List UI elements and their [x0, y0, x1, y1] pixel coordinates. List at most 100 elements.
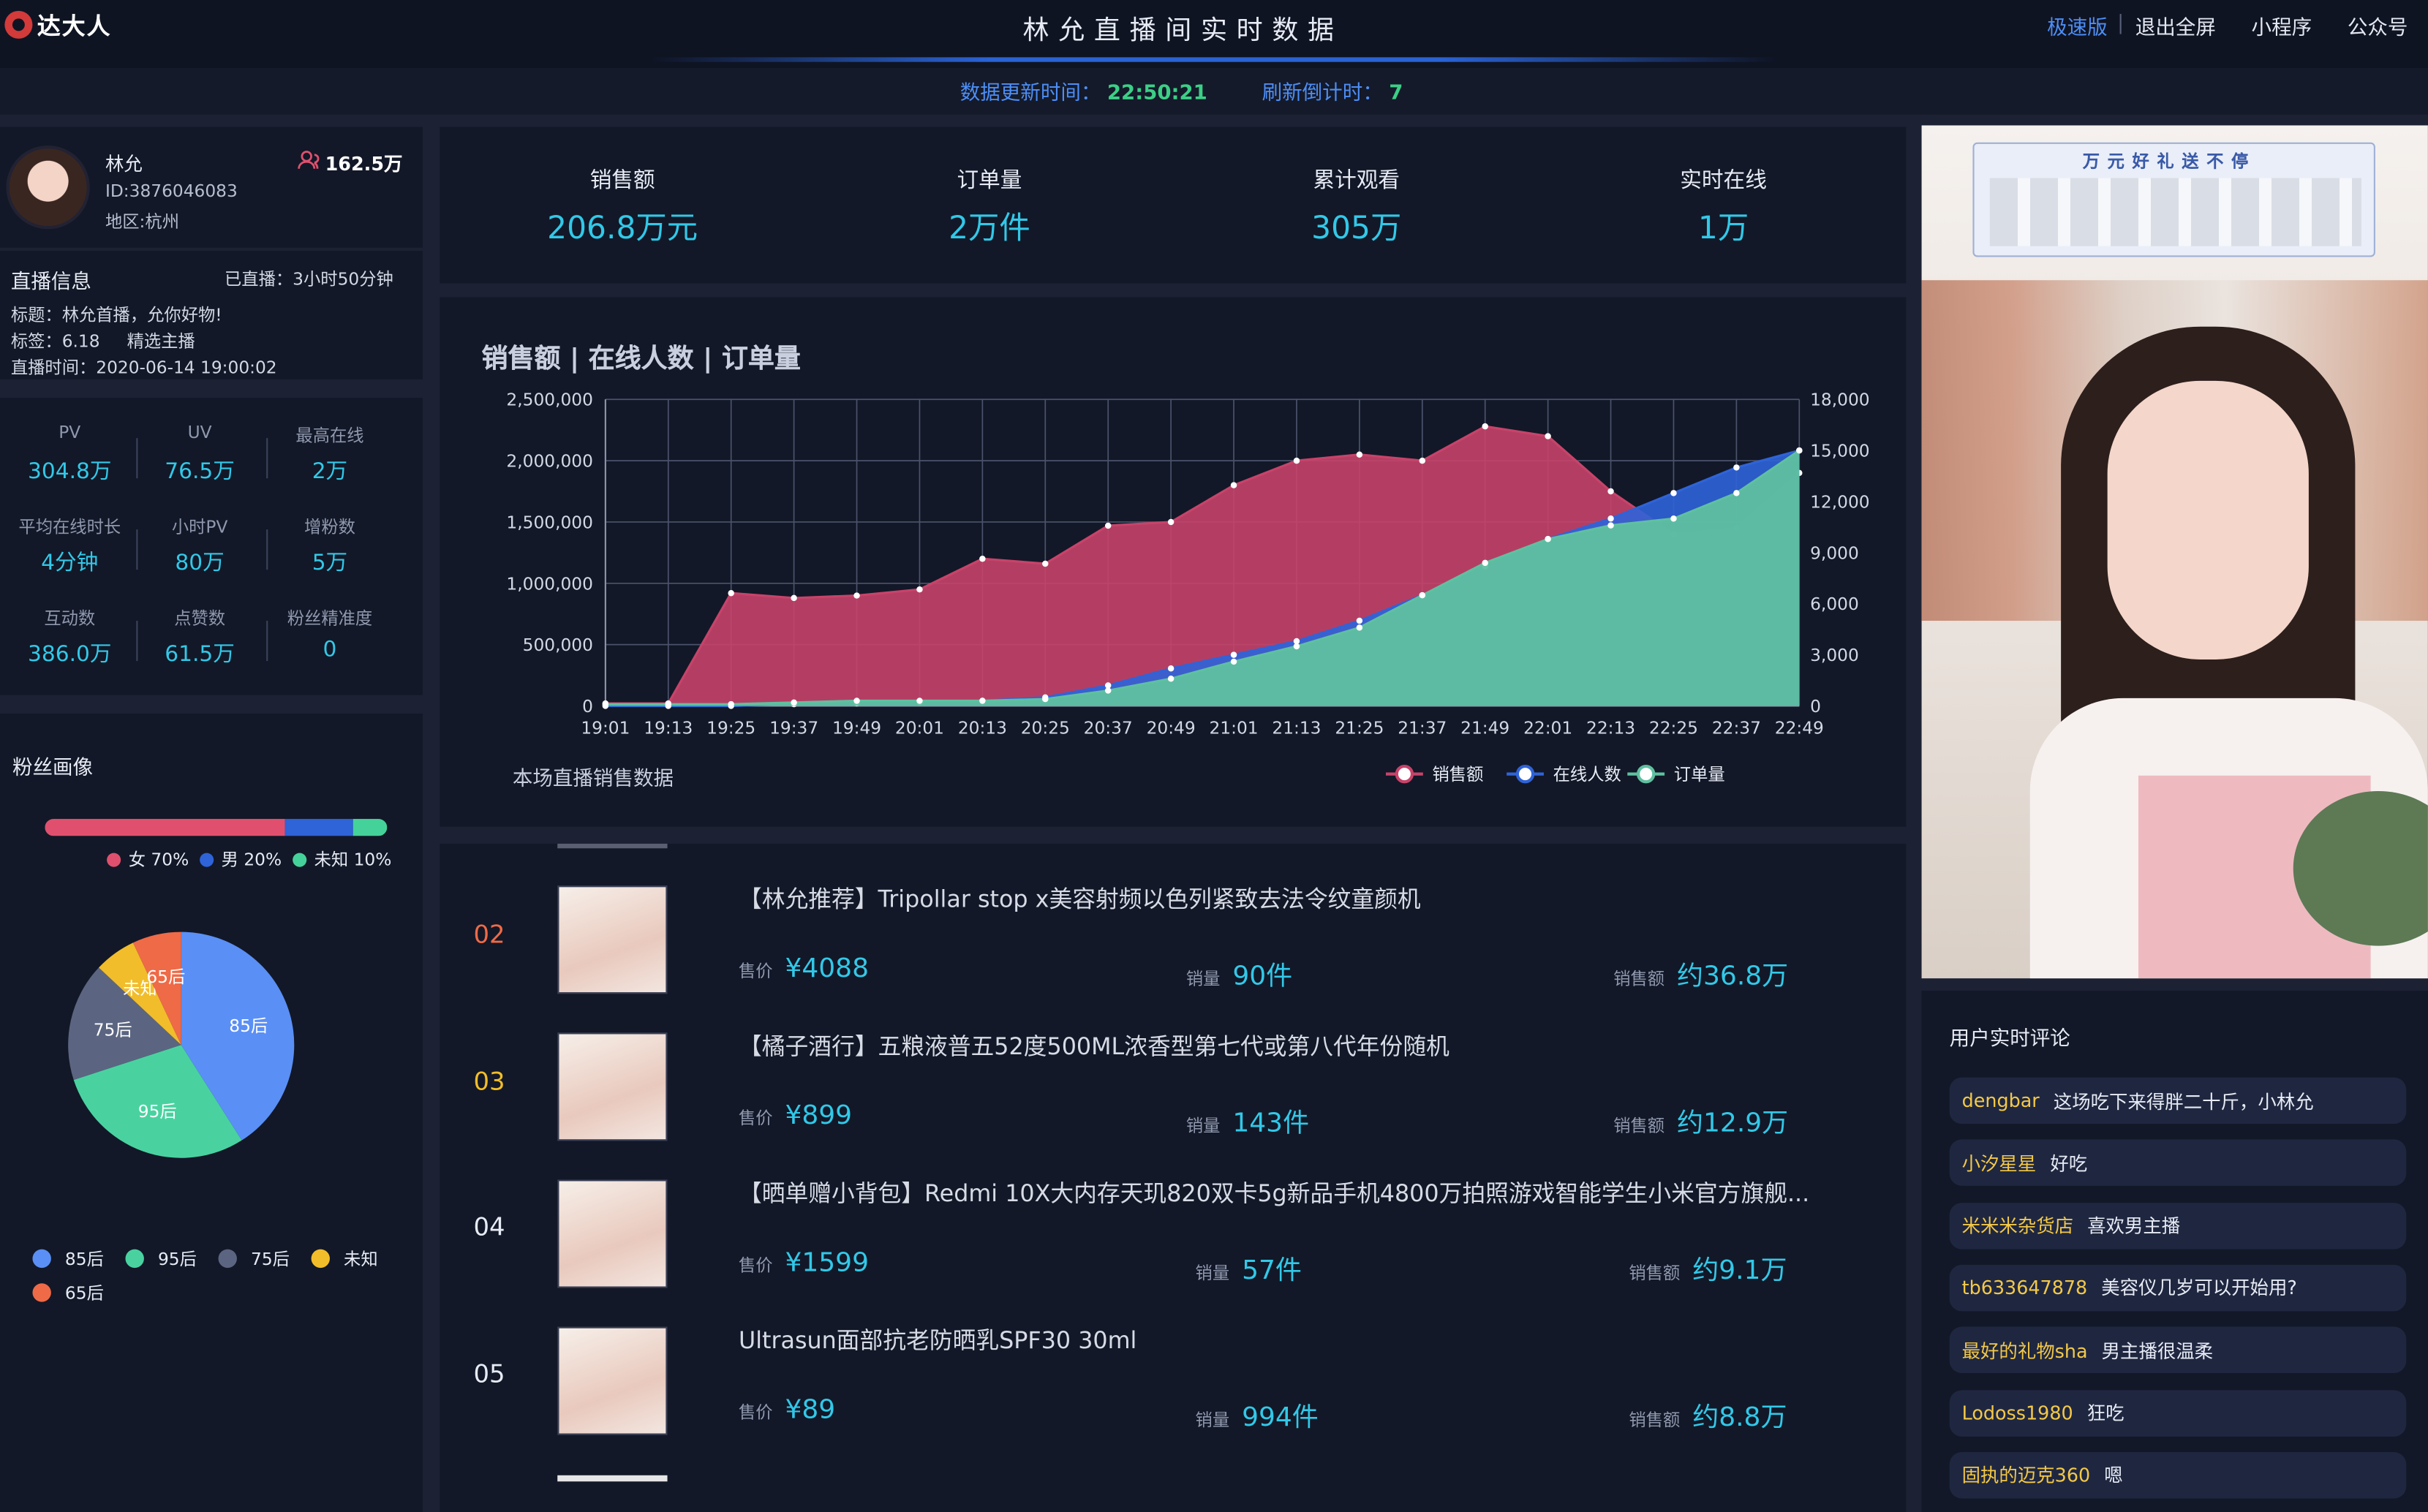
- metric-label: 粉丝精准度: [287, 608, 373, 629]
- fans-heading: 粉丝画像: [12, 757, 94, 781]
- banner-products: [1989, 178, 2361, 246]
- metric-value: 61.5万: [165, 642, 235, 668]
- comment-user[interactable]: 小汐星星: [1962, 1150, 2037, 1176]
- gender-segment: [284, 819, 353, 836]
- legend-marker: [1515, 764, 1535, 784]
- comment-user[interactable]: 最好的礼物sha: [1962, 1337, 2088, 1364]
- price-label: 售价: [738, 1255, 773, 1276]
- product-thumbnail[interactable]: [557, 1032, 668, 1141]
- legend-marker: [1636, 764, 1656, 784]
- comment-text: 嗯: [2104, 1464, 2123, 1487]
- comment-item[interactable]: 固执的迈克360 嗯: [1949, 1451, 2407, 1499]
- product-row[interactable]: 02 【林允推荐】Tripollar stop x美容射频以色列紧致去法令纹童颜…: [440, 880, 1906, 1003]
- divider: [266, 621, 268, 662]
- legend-85: 85后: [64, 1249, 104, 1270]
- orders-point: [1670, 515, 1677, 522]
- price-value: ¥1599: [785, 1247, 870, 1279]
- y-right-tick: 18,000: [1810, 390, 1869, 410]
- comment-user[interactable]: Lodoss1980: [1962, 1402, 2073, 1424]
- comment-user[interactable]: tb633647878: [1962, 1277, 2088, 1299]
- orders-point: [1733, 490, 1740, 496]
- divider: [136, 438, 138, 479]
- comment-item[interactable]: 米米米杂货店 喜欢男主播: [1949, 1202, 2407, 1249]
- metric-value: 76.5万: [165, 459, 235, 485]
- metric-value: 386.0万: [28, 642, 112, 668]
- legend-dot: [311, 1249, 330, 1269]
- streamer-name: 林允: [105, 153, 143, 175]
- live-info-heading: 直播信息: [10, 271, 91, 295]
- sales-point: [1419, 457, 1426, 464]
- sales-point: [1356, 451, 1363, 458]
- product-thumbnail[interactable]: [557, 1179, 668, 1288]
- product-thumbnail[interactable]: [557, 1326, 668, 1435]
- banner-text: 万元好礼送不停: [2082, 151, 2256, 173]
- comment-user[interactable]: dengbar: [1962, 1090, 2040, 1112]
- stat-label: 销售额: [589, 168, 655, 194]
- metric-value: 80万: [175, 551, 225, 576]
- x-tick: 22:37: [1712, 719, 1761, 738]
- metric-value: 2万: [312, 459, 348, 485]
- refresh-countdown: 刷新倒计时： 7: [1262, 76, 1403, 105]
- nav-mini-program[interactable]: 小程序: [2252, 11, 2312, 40]
- legend-marker: [1395, 764, 1414, 784]
- sales-label: 销量: [1195, 1263, 1230, 1284]
- live-video[interactable]: 万元好礼送不停: [1921, 125, 2428, 979]
- product-title[interactable]: 【橘子酒行】五粮液普五52度500ML浓香型第七代或第八代年份随机: [739, 1029, 1807, 1062]
- x-tick: 19:49: [832, 719, 881, 738]
- nav-exit-fullscreen[interactable]: 退出全屏: [2135, 11, 2216, 40]
- divider: [266, 438, 268, 479]
- price-value: ¥899: [785, 1100, 853, 1132]
- product-title[interactable]: 【晒单赠小背包】Redmi 10X大内存天玑820双卡5g新品手机4800万拍照…: [739, 1176, 1807, 1209]
- online-point: [1607, 515, 1614, 522]
- revenue-value: 约8.8万: [1692, 1402, 1787, 1434]
- revenue-label: 销售额: [1629, 1263, 1681, 1284]
- legend-male: 男 20%: [221, 850, 282, 870]
- comment-item[interactable]: dengbar 这场吃下来得胖二十斤，小林允: [1949, 1077, 2407, 1124]
- orders-point: [1419, 591, 1426, 599]
- legend-75: 75后: [251, 1249, 290, 1270]
- streamer-id: ID:3876046083: [105, 181, 238, 202]
- sales-point: [916, 586, 923, 593]
- y-left-tick: 2,500,000: [506, 390, 593, 410]
- y-right-tick: 0: [1810, 697, 1821, 717]
- gender-legend: 女 70% 男 20% 未知 10%: [107, 847, 391, 872]
- comment-item[interactable]: tb633647878 美容仪几岁可以开始用?: [1949, 1264, 2407, 1312]
- nav-fast-version[interactable]: 极速版: [2047, 11, 2108, 40]
- x-tick: 19:01: [581, 719, 630, 738]
- product-sales: 销量 143件: [1186, 1100, 1309, 1139]
- video-person-face: [2107, 380, 2309, 659]
- product-title[interactable]: Ultrasun面部抗老防晒乳SPF30 30ml: [739, 1323, 1807, 1356]
- product-thumbnail[interactable]: [557, 885, 668, 994]
- comment-user[interactable]: 固执的迈克360: [1962, 1462, 2091, 1488]
- comment-user[interactable]: 米米米杂货店: [1962, 1212, 2073, 1239]
- sales-point: [1545, 433, 1551, 439]
- product-row[interactable]: 03 【橘子酒行】五粮液普五52度500ML浓香型第七代或第八代年份随机 售价 ¥…: [440, 1027, 1906, 1150]
- y-right-tick: 3,000: [1810, 646, 1859, 665]
- video-banner: 万元好礼送不停: [1972, 142, 2375, 257]
- revenue-value: 约12.9万: [1677, 1108, 1789, 1140]
- product-title[interactable]: 【林允推荐】Tripollar stop x美容射频以色列紧致去法令纹童颜机: [739, 882, 1807, 915]
- stat-value: 1万: [1697, 208, 1749, 246]
- y-right-tick: 6,000: [1810, 594, 1859, 614]
- product-row[interactable]: 05 Ultrasun面部抗老防晒乳SPF30 30ml 售价 ¥89 销量 994…: [440, 1320, 1906, 1444]
- divider: [136, 529, 138, 570]
- comment-item[interactable]: 小汐星星 好吃: [1949, 1139, 2407, 1187]
- orders-point: [1230, 658, 1237, 665]
- sales-label: 销量: [1185, 1116, 1221, 1137]
- comment-item[interactable]: Lodoss1980 狂吃: [1949, 1389, 2407, 1436]
- sales-value: 143件: [1232, 1108, 1310, 1140]
- header-glow-line: [650, 57, 1778, 62]
- price-label: 售价: [738, 1402, 773, 1423]
- y-left-tick: 1,500,000: [506, 513, 593, 532]
- product-rank: 05: [473, 1358, 505, 1389]
- orders-point: [1607, 522, 1614, 529]
- product-row[interactable]: 04 【晒单赠小背包】Redmi 10X大内存天玑820双卡5g新品手机4800…: [440, 1173, 1906, 1297]
- x-tick: 20:49: [1147, 719, 1196, 738]
- comment-item[interactable]: 最好的礼物sha 男主播很温柔: [1949, 1326, 2407, 1374]
- online-point: [1230, 651, 1237, 658]
- x-tick: 21:37: [1398, 719, 1447, 738]
- online-point: [1167, 665, 1175, 672]
- nav-official-account[interactable]: 公众号: [2348, 11, 2408, 40]
- comment-text: 男主播很温柔: [2101, 1339, 2214, 1362]
- orders-point: [853, 698, 860, 704]
